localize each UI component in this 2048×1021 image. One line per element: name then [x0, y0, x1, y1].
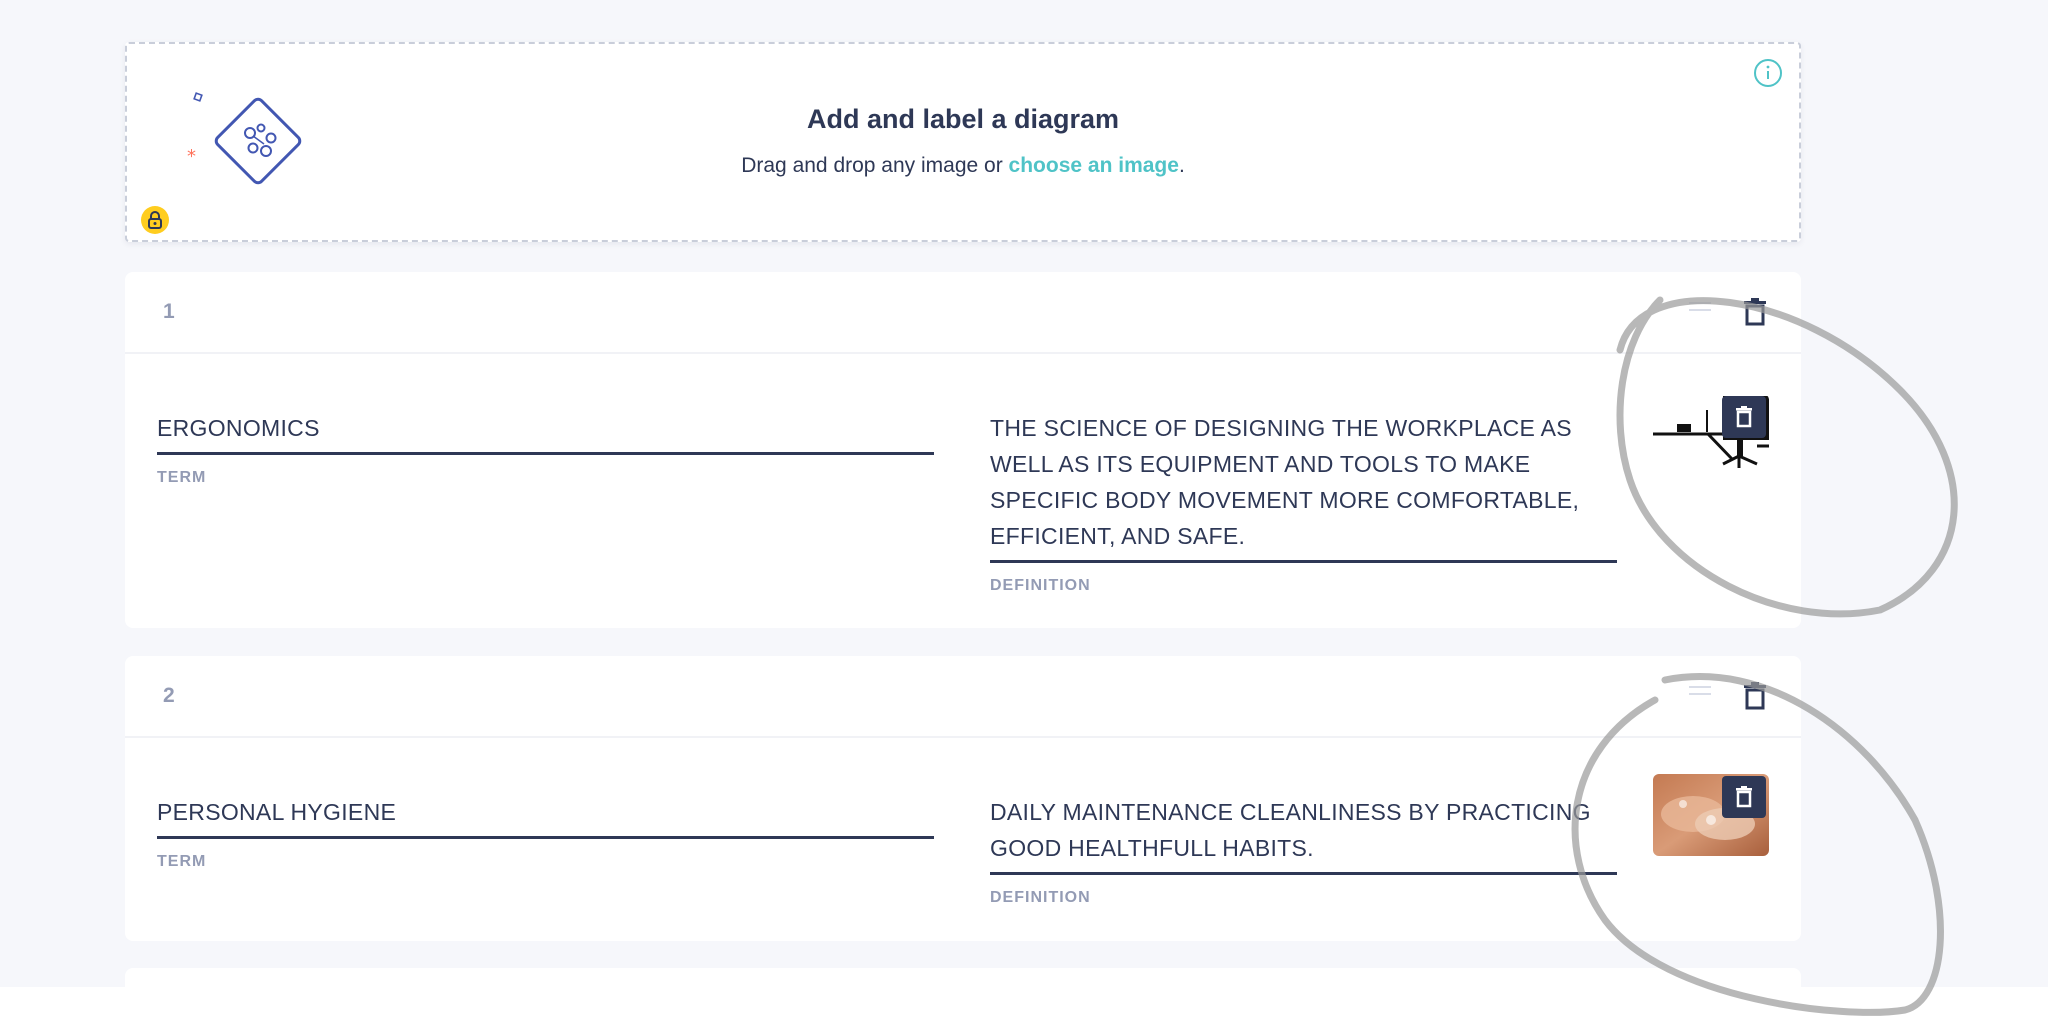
card-image-office[interactable]: [1653, 394, 1769, 476]
definition-input[interactable]: THE SCIENCE OF DESIGNING THE WORKPLACE A…: [990, 410, 1617, 563]
definition-input[interactable]: DAILY MAINTENANCE CLEANLINESS BY PRACTIC…: [990, 794, 1617, 875]
delete-image-button[interactable]: [1722, 396, 1766, 438]
choose-image-link[interactable]: choose an image: [1009, 154, 1179, 177]
term-card-2: 2 PERSONAL HYGIENE TERM DAILY MAINTENANC…: [125, 656, 1801, 941]
card-number: 2: [163, 684, 175, 707]
definition-label: DEFINITION: [990, 577, 1091, 594]
term-label: TERM: [157, 469, 207, 486]
card-header: 2: [125, 656, 1801, 738]
delete-card-trash-icon[interactable]: [1743, 298, 1767, 326]
term-card-1: 1 ERGONOMICS TERM THE SCIENCE OF DESIGNI…: [125, 272, 1801, 628]
definition-field[interactable]: THE SCIENCE OF DESIGNING THE WORKPLACE A…: [990, 410, 1617, 595]
trash-icon: [1736, 406, 1752, 428]
trash-icon: [1736, 786, 1752, 808]
diagram-title: Add and label a diagram: [806, 104, 1120, 134]
term-input[interactable]: PERSONAL HYGIENE: [157, 794, 934, 839]
delete-card-trash-icon[interactable]: [1743, 682, 1767, 710]
diagram-subtitle-suffix: .: [1178, 154, 1185, 177]
term-input[interactable]: ERGONOMICS: [157, 410, 934, 455]
term-field[interactable]: PERSONAL HYGIENE TERM: [157, 794, 934, 871]
add-diagram-dropzone[interactable]: * Add and label a diagram Drag and drop …: [125, 42, 1801, 242]
card-number: 1: [163, 300, 175, 323]
bottom-strip: [0, 987, 2048, 1021]
lock-icon[interactable]: [141, 206, 169, 234]
diagram-subtitle-prefix: Drag and drop any image or: [741, 154, 1009, 177]
drag-handle-icon[interactable]: [1689, 686, 1711, 706]
diagram-subtitle: Drag and drop any image or choose an ima…: [127, 154, 1799, 178]
definition-label: DEFINITION: [990, 889, 1091, 906]
card-image-handwashing[interactable]: [1653, 774, 1769, 856]
term-label: TERM: [157, 853, 207, 870]
info-icon[interactable]: [1753, 58, 1783, 88]
definition-field[interactable]: DAILY MAINTENANCE CLEANLINESS BY PRACTIC…: [990, 794, 1617, 907]
lock-glyph-icon: [148, 211, 162, 229]
drag-handle-icon[interactable]: [1689, 302, 1711, 322]
term-field[interactable]: ERGONOMICS TERM: [157, 410, 934, 487]
delete-image-button[interactable]: [1722, 776, 1766, 818]
card-header: 1: [125, 272, 1801, 354]
